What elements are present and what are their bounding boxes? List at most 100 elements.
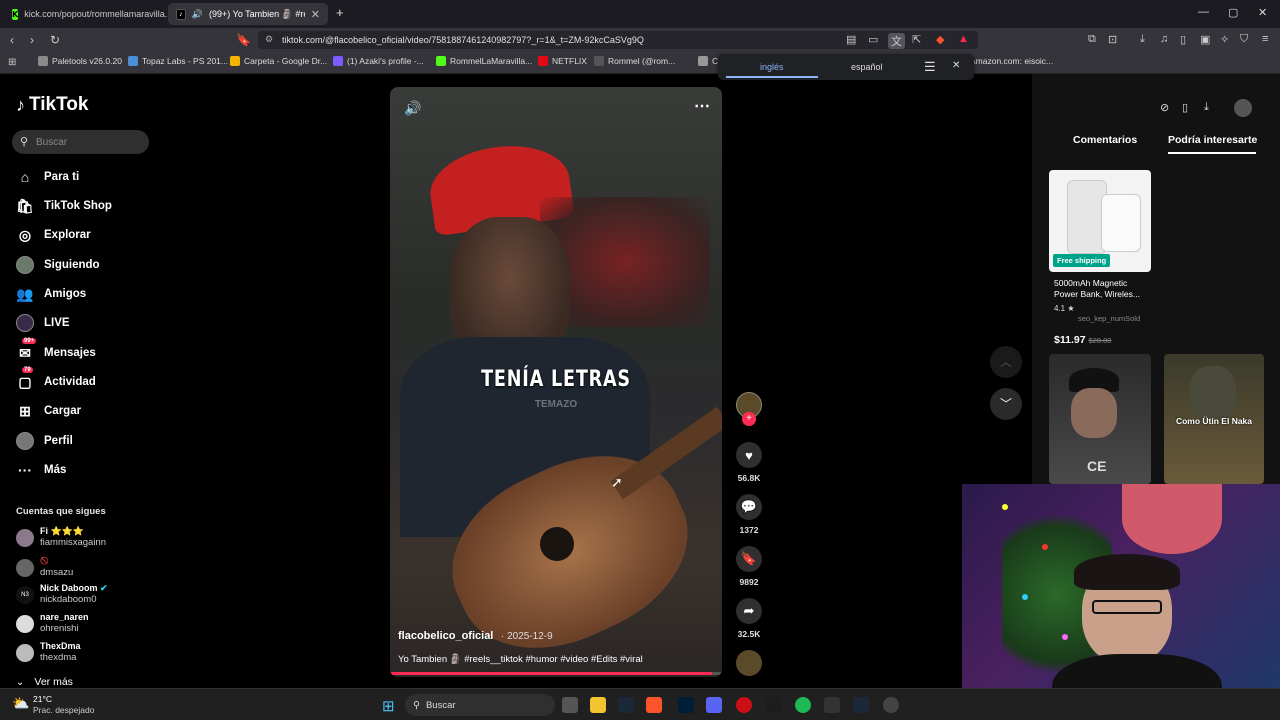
task-view-icon[interactable] [562,697,578,713]
nav-siguiendo[interactable]: Siguiendo [16,256,100,274]
video-progress-bar[interactable] [390,672,722,675]
maximize-button[interactable]: ▢ [1228,6,1238,19]
creator-avatar-button[interactable]: + [736,392,762,426]
recommended-thumbnail[interactable]: Como Ütin El Naka [1164,354,1264,484]
share-icon[interactable]: ⇱ [912,33,921,46]
nav-cargar[interactable]: ⊞ Cargar [16,402,81,420]
download-icon[interactable]: ⤓ [1204,101,1209,114]
comment-button[interactable]: 💬 1372 [736,494,762,535]
brave-icon[interactable] [646,697,662,713]
profile-avatar[interactable] [1234,99,1252,117]
new-tab-button[interactable]: + [336,5,344,20]
taskbar-search[interactable]: ⚲ Buscar [405,694,555,716]
wallet-icon[interactable]: ▣ [1200,33,1210,46]
site-info-icon[interactable]: ⚙ [265,34,273,45]
app-icon[interactable] [766,697,782,713]
nav-mensajes[interactable]: ✉ 99+ Mensajes [16,338,96,362]
previous-video-button[interactable]: ︿ [990,346,1022,378]
bookmark-item[interactable]: Paletools v26.0.20 [38,56,122,66]
translate-icon[interactable]: 文 [888,33,905,49]
forward-icon[interactable]: › [30,33,34,47]
next-video-button[interactable]: ﹀ [990,388,1022,420]
video-author[interactable]: flacobelico_oficial [398,630,493,642]
see-more-button[interactable]: ⌄ Ver más [16,676,73,688]
steam-icon[interactable] [618,697,634,713]
account-item[interactable]: ThexDma thexdma [16,641,81,664]
follow-plus-icon[interactable]: + [742,412,756,426]
opera-icon[interactable] [736,697,752,713]
more-options-icon[interactable]: ⋯ [694,96,710,116]
tab-comentarios[interactable]: Comentarios [1073,134,1137,146]
windows-start-icon[interactable]: ⊞ [382,697,395,715]
nav-actividad[interactable]: ▢ 79 Actividad [16,367,96,391]
weather-temp[interactable]: 21°C [33,694,52,704]
bookmark-item[interactable]: Topaz Labs - PS 201... [128,56,228,66]
leo-icon[interactable]: ✧ [1220,33,1229,46]
bookmark-item[interactable]: C [698,56,718,66]
reload-icon[interactable]: ↻ [50,33,60,47]
search-input[interactable]: ⚲ Buscar [12,130,149,154]
brave-rewards-icon[interactable]: ▲ [958,33,969,45]
photoshop-icon[interactable] [678,697,694,713]
translate-source-tab[interactable]: inglés [760,62,784,72]
account-item[interactable]: Fi ⭐⭐⭐ fiammisxagainn [16,526,106,549]
spotify-icon[interactable] [795,697,811,713]
tab-podria-interesarte[interactable]: Podría interesarte [1168,134,1257,146]
nav-mas[interactable]: ··· Más [16,461,66,479]
bookmark-item[interactable]: (1) Azaki's profile -... [333,56,424,66]
account-item[interactable]: 🚫 dmsazu [16,556,73,579]
tab-tiktok[interactable]: ♪ 🔊 (99+) Yo Tambien 🗿 #reels_... ✕ [168,3,328,25]
translate-menu-icon[interactable]: ☰ [924,59,936,75]
bookmark-item[interactable]: Carpeta - Google Dr... [230,56,327,66]
close-icon[interactable]: ✕ [952,60,960,71]
nav-tiktok-shop[interactable]: 🛍 TikTok Shop [16,197,112,215]
vpn-icon[interactable]: ⛉ [1240,33,1248,46]
tab-kick[interactable]: K kick.com/popout/rommellamaravilla... [4,3,172,25]
account-item[interactable]: nare_naren ohrenishi [16,612,89,635]
nav-amigos[interactable]: 👥 Amigos [16,285,86,303]
sound-disc[interactable] [736,650,762,676]
reader-icon[interactable]: ▤ [846,33,856,46]
tiktok-logo[interactable]: ♪ TikTok [16,94,88,116]
steam-icon[interactable] [853,697,869,713]
share-button[interactable]: ➦ 32.5K [736,598,762,639]
bookmark-item[interactable]: NETFLIX [538,56,587,66]
nav-perfil[interactable]: Perfil [16,432,73,450]
bookmark-item[interactable]: Amazon.com: eisoic... [970,56,1053,66]
like-button[interactable]: ♥ 56.8K [736,442,762,483]
screenshot-icon[interactable]: ⊡ [1108,33,1117,46]
save-button[interactable]: 🔖 9892 [736,546,762,587]
discord-icon[interactable] [706,697,722,713]
volume-icon[interactable]: 🔊 [404,100,421,117]
nav-live[interactable]: LIVE [16,314,70,332]
product-image[interactable]: Free shipping [1049,170,1151,272]
bookmark-item[interactable]: Rommel (@rom... [594,56,675,66]
cast-icon[interactable]: ▭ [868,33,878,46]
app-icon[interactable] [883,697,899,713]
translate-target-tab[interactable]: español [851,62,883,72]
bookmark-icon[interactable]: 🔖 [236,33,251,47]
file-explorer-icon[interactable] [590,697,606,713]
video-description[interactable]: Yo Tambien 🗿 #reels__tiktok #humor #vide… [398,654,643,665]
app-icon[interactable] [824,697,840,713]
minimize-button[interactable]: — [1198,6,1209,18]
extensions-icon[interactable]: ⧉ [1088,33,1096,46]
compass-icon[interactable]: ⊘ [1160,101,1169,114]
brave-shield-icon[interactable]: ◆ [936,33,944,46]
nav-para-ti[interactable]: ⌂ Para ti [16,168,79,186]
bookmark-item[interactable]: RommelLaMaravilla... [436,56,532,66]
music-icon[interactable]: ♫ [1160,33,1168,45]
video-player[interactable]: 🔊 ⋯ TENÍA LETRAS TEMAZO flacobelico_ofic… [390,87,722,677]
sidebar-icon[interactable]: ▯ [1180,33,1186,46]
apps-grid-icon[interactable]: ⊞ [8,57,16,68]
close-window-button[interactable]: ✕ [1258,6,1267,19]
back-icon[interactable]: ‹ [10,33,14,47]
account-item[interactable]: N3 Nick Daboom ✔ nickdaboom0 [16,583,108,606]
close-tab-icon[interactable]: ✕ [311,8,320,21]
download-icon[interactable]: ⤓ [1140,33,1145,46]
device-icon[interactable]: ▯ [1182,101,1188,114]
menu-icon[interactable]: ≡ [1262,33,1268,45]
recommended-thumbnail[interactable]: CE [1049,354,1151,484]
nav-explorar[interactable]: ◎ Explorar [16,226,91,244]
product-title[interactable]: 5000mAh Magnetic Power Bank, Wireles... [1054,278,1150,300]
